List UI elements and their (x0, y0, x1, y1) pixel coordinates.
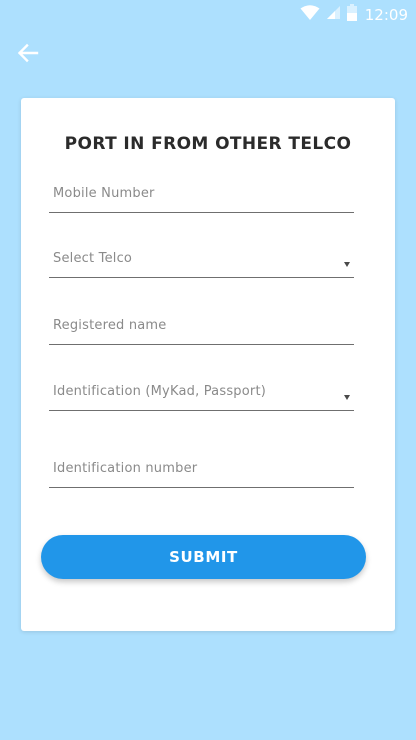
identification-type-dropdown[interactable]: Identification (MyKad, Passport) (49, 378, 354, 411)
submit-button[interactable]: SUBMIT (41, 535, 366, 579)
mobile-number-input[interactable]: Mobile Number (49, 180, 354, 213)
select-telco-placeholder: Select Telco (53, 251, 133, 266)
identification-number-input[interactable]: Identification number (49, 455, 354, 488)
cell-signal-icon (326, 5, 341, 24)
battery-icon (346, 4, 357, 25)
status-time: 12:09 (364, 5, 408, 24)
chevron-down-icon (344, 395, 350, 400)
registered-name-placeholder: Registered name (53, 318, 167, 333)
wifi-icon (300, 4, 320, 25)
status-icons: 12:09 (300, 4, 408, 25)
identification-number-placeholder: Identification number (53, 461, 198, 476)
back-button[interactable] (14, 38, 44, 68)
status-bar: 12:09 (0, 0, 416, 28)
registered-name-input[interactable]: Registered name (49, 312, 354, 345)
arrow-left-icon (14, 43, 44, 72)
form-title: PORT IN FROM OTHER TELCO (64, 134, 352, 154)
port-in-form-card: PORT IN FROM OTHER TELCO Mobile Number S… (21, 98, 395, 631)
select-telco-dropdown[interactable]: Select Telco (49, 245, 354, 278)
mobile-number-placeholder: Mobile Number (53, 186, 155, 201)
chevron-down-icon (344, 262, 350, 267)
submit-button-label: SUBMIT (169, 548, 238, 566)
identification-type-placeholder: Identification (MyKad, Passport) (53, 384, 267, 399)
